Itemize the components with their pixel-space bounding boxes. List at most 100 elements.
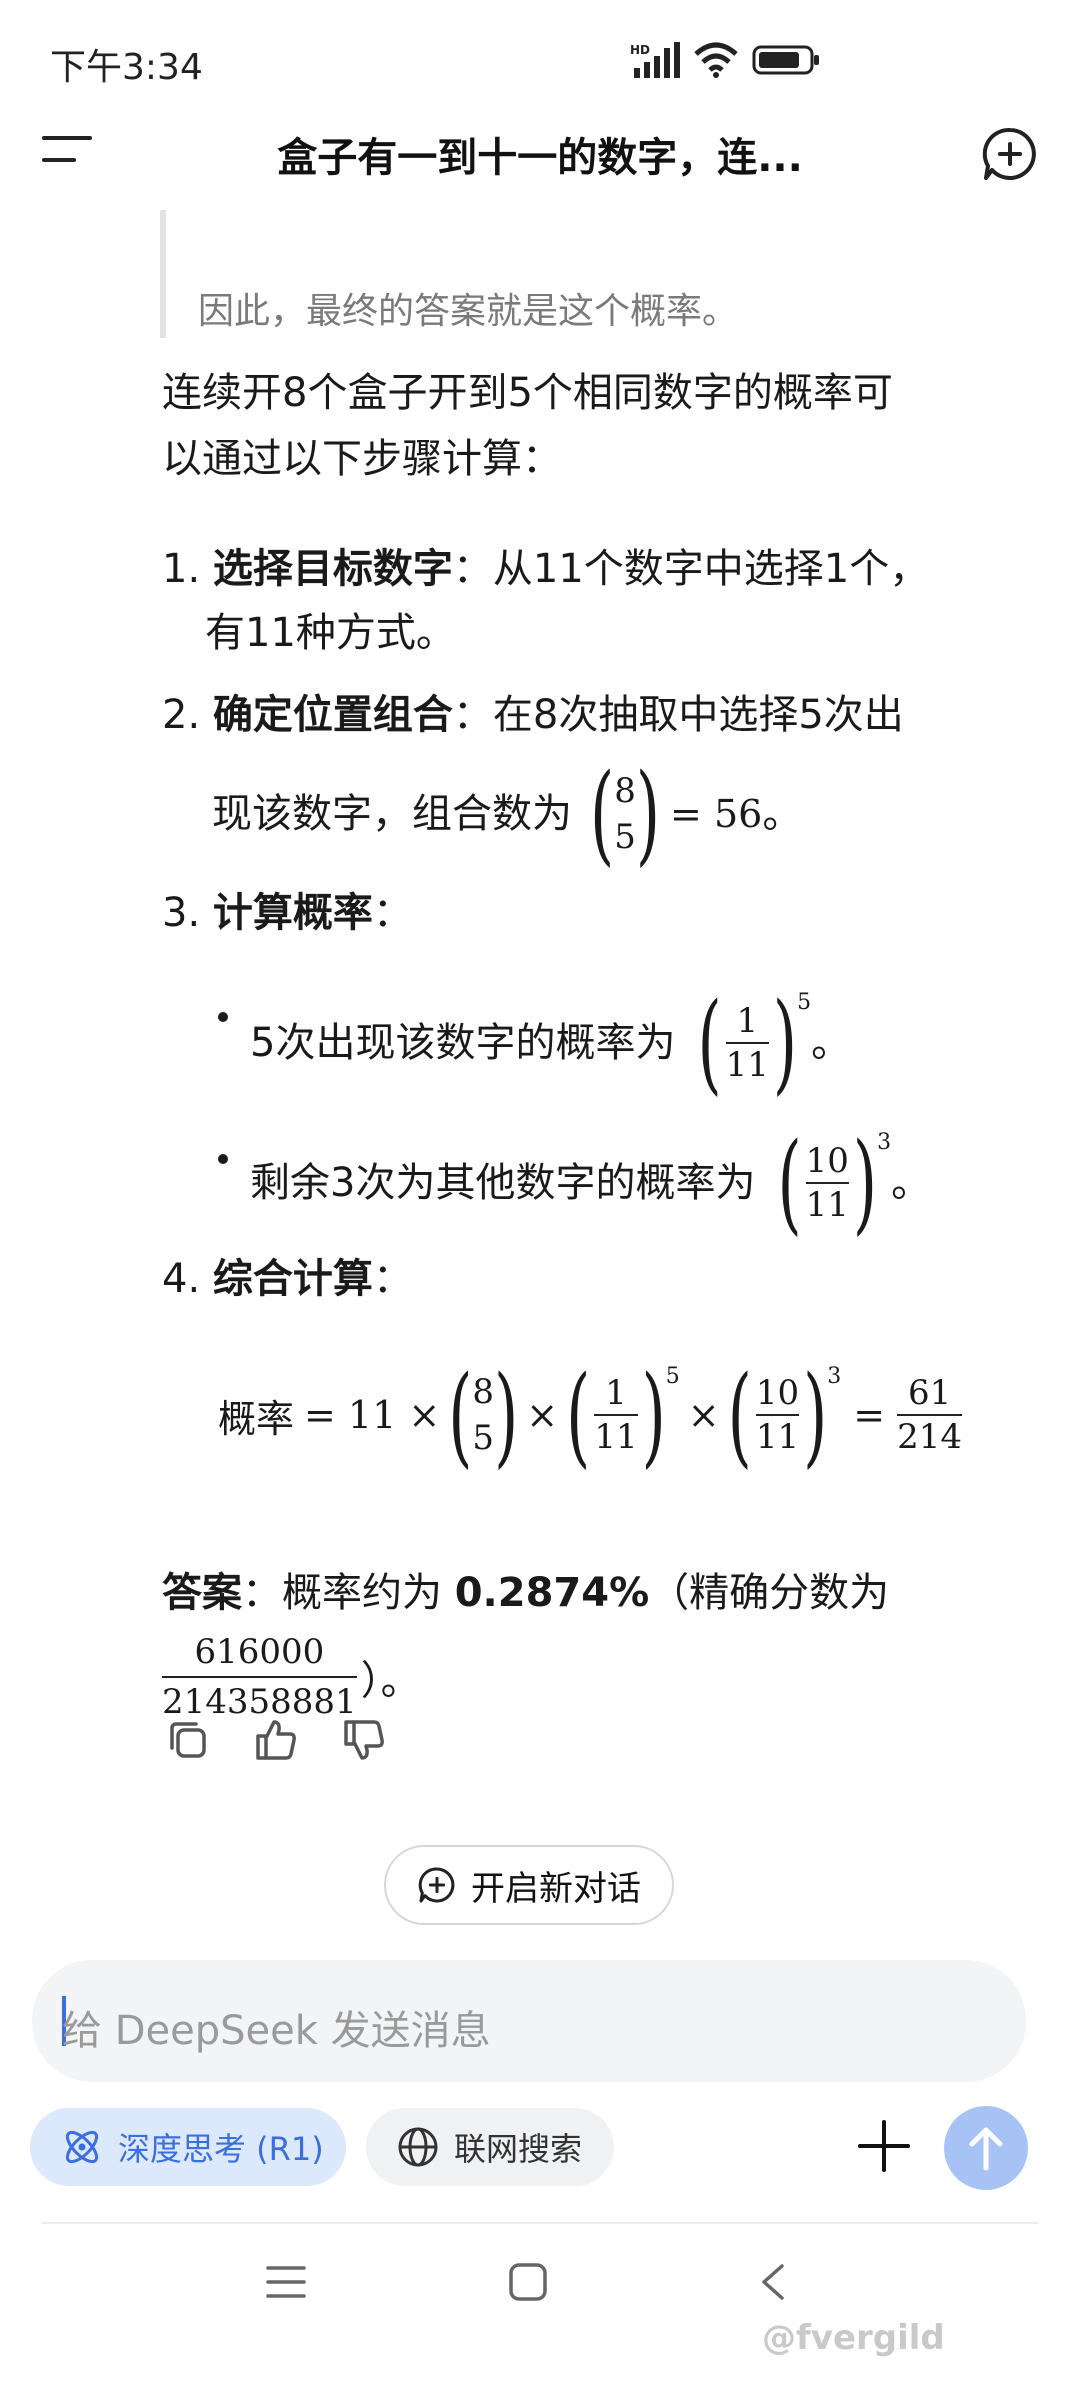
answer-line: 答案：概率约为 0.2874%（精确分数为 bbox=[162, 1560, 889, 1626]
step-4: 4. 综合计算： bbox=[162, 1246, 413, 1312]
step-3: 3. 计算概率： bbox=[162, 880, 413, 946]
step-title: 选择目标数字 bbox=[212, 546, 453, 592]
battery-icon bbox=[752, 45, 819, 75]
denominator: 214 bbox=[897, 1417, 963, 1457]
new-chat-icon bbox=[418, 1867, 455, 1903]
answer-fraction: 616000 214358881 bbox=[162, 1628, 357, 1726]
watermark: @fvergild bbox=[762, 2318, 945, 2358]
menu-icon[interactable] bbox=[42, 130, 98, 170]
bullet-dot bbox=[218, 1012, 228, 1022]
step-title: 计算概率 bbox=[212, 890, 373, 936]
denominator: 11 bbox=[594, 1417, 638, 1457]
thumbs-up-icon[interactable] bbox=[252, 1716, 300, 1764]
fraction: 1 11 bbox=[590, 1372, 641, 1458]
step-2-line-2: 现该数字，组合数为 ( 8 5 ) = 56 。 bbox=[212, 755, 803, 871]
denominator: 11 bbox=[725, 1045, 769, 1085]
answer-fraction-line: 616000 214358881 ）。 bbox=[162, 1628, 421, 1726]
fraction: 10 11 bbox=[802, 1140, 853, 1226]
step-text: ：在8次抽取中选择5次出 bbox=[452, 692, 904, 738]
step-1-line-2: 有11种方式。 bbox=[205, 610, 456, 656]
step-text: 现该数字，组合数为 bbox=[212, 791, 572, 837]
binom-k: 5 bbox=[472, 1418, 495, 1458]
numerator: 10 bbox=[805, 1141, 849, 1181]
left-paren: ( bbox=[727, 1351, 752, 1479]
step-title: 确定位置组合 bbox=[212, 692, 453, 738]
denominator: 11 bbox=[755, 1417, 800, 1457]
step-number: 3. bbox=[162, 890, 201, 936]
bullet-text: 剩余3次为其他数字的概率为 bbox=[250, 1160, 756, 1206]
step-number: 4. bbox=[162, 1256, 201, 1302]
binomial: 8 5 bbox=[472, 1369, 494, 1461]
denominator: 11 bbox=[805, 1185, 849, 1225]
step-end: 。 bbox=[762, 791, 803, 837]
left-paren: ( bbox=[590, 749, 615, 877]
formula-eq2: = bbox=[853, 1393, 886, 1437]
page-title: 盒子有一到十一的数字，连... bbox=[277, 135, 803, 181]
left-paren: ( bbox=[448, 1351, 473, 1479]
answer-paren: （精确分数为 bbox=[649, 1570, 890, 1616]
answer-label: 答案 bbox=[162, 1570, 242, 1616]
deep-think-toggle[interactable]: 深度思考 (R1) bbox=[30, 2108, 346, 2186]
arrow-up-icon bbox=[969, 2127, 1003, 2171]
numerator: 10 bbox=[755, 1373, 800, 1413]
numerator: 1 bbox=[605, 1373, 627, 1413]
exponent: 3 bbox=[827, 1364, 842, 1389]
exponent: 5 bbox=[665, 1364, 680, 1389]
fraction: 1 11 bbox=[722, 1000, 773, 1086]
plus-icon[interactable] bbox=[856, 2118, 912, 2174]
exponent: 5 bbox=[797, 990, 812, 1015]
bullet-end: 。 bbox=[811, 1020, 852, 1066]
web-search-label: 联网搜索 bbox=[454, 2130, 583, 2168]
left-paren: ( bbox=[777, 1118, 802, 1246]
formula-lhs: 概率 bbox=[218, 1396, 295, 1441]
quote-bar bbox=[160, 210, 166, 338]
quote-text: 因此，最终的答案就是这个概率。 bbox=[198, 291, 739, 332]
final-formula: 概率 = 11 × ( 8 5 ) × ( 1 11 ) 5 × ( 10 11… bbox=[218, 1350, 1030, 1480]
intro-line-2: 以通过以下步骤计算： bbox=[162, 436, 562, 482]
times-sign: × bbox=[526, 1393, 559, 1437]
deep-think-label: 深度思考 (R1) bbox=[118, 2130, 324, 2168]
nav-menu-icon[interactable] bbox=[264, 2262, 308, 2302]
numerator: 616000 bbox=[194, 1632, 325, 1672]
step-text: ： bbox=[372, 890, 413, 936]
bullet-2: 剩余3次为其他数字的概率为 ( 10 11 ) 3 。 bbox=[250, 1124, 932, 1240]
binom-n: 8 bbox=[614, 771, 636, 811]
step-1: 1. 选择目标数字：从11个数字中选择1个， bbox=[162, 536, 929, 602]
status-icons: HD bbox=[630, 40, 822, 80]
globe-icon bbox=[398, 2127, 438, 2167]
bullet-end: 。 bbox=[891, 1160, 932, 1206]
web-search-toggle[interactable]: 联网搜索 bbox=[366, 2108, 614, 2186]
right-paren: ) bbox=[494, 1351, 519, 1479]
bullet-text: 5次出现该数字的概率为 bbox=[250, 1020, 676, 1066]
times-sign: × bbox=[687, 1393, 720, 1437]
status-time: 下午3:34 bbox=[50, 47, 203, 88]
bullet-1: 5次出现该数字的概率为 ( 1 11 ) 5 。 bbox=[250, 984, 852, 1100]
send-button[interactable] bbox=[944, 2106, 1028, 2190]
signal-icon: HD bbox=[630, 42, 680, 78]
divider bbox=[42, 2222, 1038, 2224]
new-chat-button[interactable]: 开启新对话 bbox=[384, 1845, 674, 1925]
thumbs-down-icon[interactable] bbox=[340, 1716, 388, 1764]
left-paren: ( bbox=[566, 1351, 591, 1479]
atom-icon bbox=[65, 2130, 99, 2164]
numerator: 61 bbox=[907, 1373, 952, 1413]
wifi-icon bbox=[694, 42, 738, 78]
copy-icon[interactable] bbox=[164, 1716, 212, 1764]
step-text: ：从11个数字中选择1个， bbox=[452, 546, 930, 592]
right-paren: ) bbox=[852, 1118, 878, 1246]
answer-text: ：概率约为 bbox=[242, 1570, 442, 1616]
nav-back-icon[interactable] bbox=[758, 2262, 788, 2302]
step-number: 1. bbox=[162, 546, 201, 592]
binom-n: 8 bbox=[472, 1372, 495, 1412]
bullet-dot bbox=[218, 1154, 228, 1164]
answer-value: 0.2874% bbox=[454, 1570, 650, 1616]
right-paren: ) bbox=[772, 978, 798, 1106]
answer-end: ）。 bbox=[360, 1658, 421, 1704]
step-2: 2. 确定位置组合：在8次抽取中选择5次出 bbox=[162, 682, 904, 748]
new-chat-icon[interactable] bbox=[980, 124, 1040, 184]
binomial: 8 5 bbox=[614, 768, 636, 860]
step-number: 2. bbox=[162, 692, 201, 738]
nav-home-icon[interactable] bbox=[508, 2262, 548, 2302]
equals-value: = 56 bbox=[670, 792, 763, 836]
input-placeholder: 给 DeepSeek 发送消息 bbox=[62, 2008, 491, 2054]
